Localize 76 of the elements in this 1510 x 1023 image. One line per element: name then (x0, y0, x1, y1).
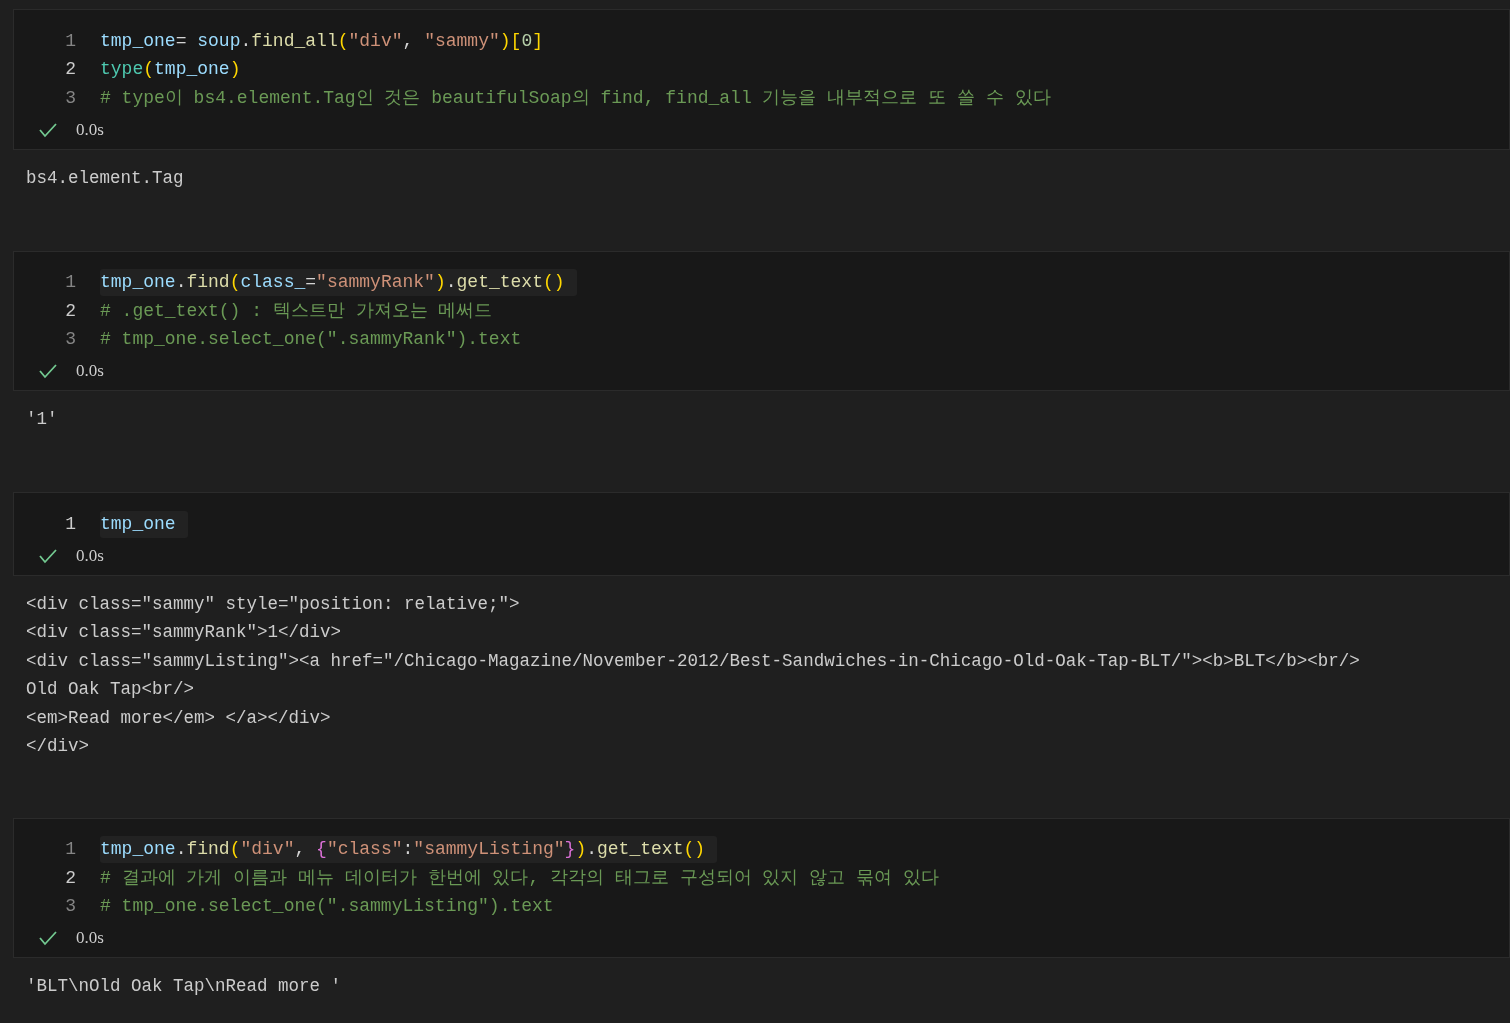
line-number: 2 (64, 58, 77, 82)
output-line: Old Oak Tap<br/> (26, 678, 196, 701)
code-token: find_all (251, 30, 338, 51)
execution-time: 0.0s (76, 360, 104, 383)
code-token: 0 (521, 30, 533, 51)
code-token: ( (337, 30, 349, 51)
line-number: 1 (64, 512, 77, 536)
output-line: <div class="sammyRank">1</div> (26, 621, 343, 644)
line-number: 1 (64, 838, 77, 862)
line-number: 3 (64, 328, 77, 352)
code-token: "div" (240, 839, 295, 860)
output-line: <div class="sammy" style="position: relative;"> (26, 592, 521, 616)
code-token: type (100, 59, 144, 80)
output-line: <em>Read more</em> </a></div> (26, 706, 332, 730)
code-cell[interactable]: 1 tmp_one 0.0s (13, 492, 1510, 576)
code-token: "class" (326, 839, 403, 860)
code-token: "div" (348, 30, 403, 51)
code-token: ( (229, 272, 241, 293)
code-token: . (586, 839, 597, 860)
code-token: } (564, 839, 576, 860)
code-token: tmp_one (100, 839, 176, 860)
code-token: "sammy" (424, 30, 500, 51)
code-token: ) (229, 59, 241, 80)
code-token: , (294, 839, 307, 860)
code-token: ( (143, 59, 155, 80)
line-number: 2 (64, 299, 77, 323)
output-line: </div> (26, 735, 90, 758)
code-token: get_text (597, 839, 684, 860)
code-token: class_ (240, 272, 306, 293)
code-token: () (542, 272, 565, 293)
code-token: tmp_one (100, 30, 176, 51)
code-token: ) (575, 839, 587, 860)
code-token: = (175, 30, 188, 51)
code-token: # tmp_one.select_one(".sammyRank").text (100, 329, 522, 350)
code-token: get_text (456, 272, 543, 293)
code-token: ] (532, 30, 543, 51)
execution-time: 0.0s (76, 544, 104, 567)
code-token: . (175, 272, 187, 293)
code-token: { (316, 839, 327, 860)
code-token: : (402, 839, 414, 860)
output-line: bs4.element.Tag (26, 166, 185, 190)
code-token: [ (510, 30, 522, 51)
execution-time: 0.0s (76, 118, 104, 141)
code-token: # 결과에 가게 이름과 메뉴 데이터가 한번에 있다, 각각의 태그로 구성되어 있지 않고 묶여 있다 (100, 867, 939, 888)
code-token: soup (197, 30, 241, 51)
output-line: 'BLT\nOld Oak Tap\nRead more ' (26, 975, 343, 998)
code-token: "sammyRank" (316, 272, 435, 293)
code-cell[interactable]: 1 tmp_one= soup.find_all("div", "sammy")[0] 2 type(tmp_one) 3 # type이 bs4.element.Tag인 것은 beautifulSoap의 find, find_all 기능을 내부적으로 또 쓸 수 있다 0.0s (13, 9, 1510, 150)
code-token: ) (434, 272, 446, 293)
line-number: 2 (64, 866, 77, 890)
code-token: , (402, 30, 415, 51)
code-token: # .get_text() : 텍스트만 가져오는 메써드 (100, 300, 493, 321)
code-token: find (186, 272, 230, 293)
code-token: = (305, 272, 317, 293)
line-number: 1 (64, 29, 77, 53)
code-token: . (445, 272, 457, 293)
code-token: find (186, 839, 230, 860)
code-token: ) (499, 30, 511, 51)
code-token: . (240, 30, 252, 51)
line-number: 3 (64, 86, 77, 110)
code-token: "sammyListing" (413, 839, 565, 860)
execution-time: 0.0s (76, 927, 104, 950)
code-token: tmp_one (100, 513, 176, 534)
code-token: ( (229, 839, 241, 860)
line-number: 1 (64, 271, 77, 295)
code-token: tmp_one (154, 59, 230, 80)
line-number: 3 (64, 895, 77, 919)
code-token: # tmp_one.select_one(".sammyListing").text (100, 896, 554, 917)
code-token: . (175, 839, 187, 860)
output-line: '1' (26, 408, 59, 431)
code-cell[interactable]: 1 tmp_one.find("div", {"class":"sammyListing"}).get_text() 2 # 결과에 가게 이름과 메뉴 데이터가 한번에 있다, 각각의 태그로 구성되어 있지 않고 묶여 있다 3 # tmp_one.select_one(".sammyListing").text 0.0s (13, 817, 1510, 958)
code-cell[interactable]: 1 tmp_one.find(class_="sammyRank").get_text() 2 # .get_text() : 텍스트만 가져오는 메써드 3 # tmp_one.select_one(".sammyRank").text 0.0s (13, 250, 1510, 391)
code-token: # type이 bs4.element.Tag인 것은 beautifulSoap의 find, find_all 기능을 내부적으로 또 쓸 수 있다 (100, 87, 1051, 108)
code-token: tmp_one (100, 272, 176, 293)
code-token: () (683, 839, 706, 860)
output-line: <div class="sammyListing"><a href="/Chicago-Magazine/November-2012/Best-Sandwiches-in-Chicago-Old-Oak-Tap-BLT/"><b>BLT</b><br/> (26, 649, 1361, 673)
